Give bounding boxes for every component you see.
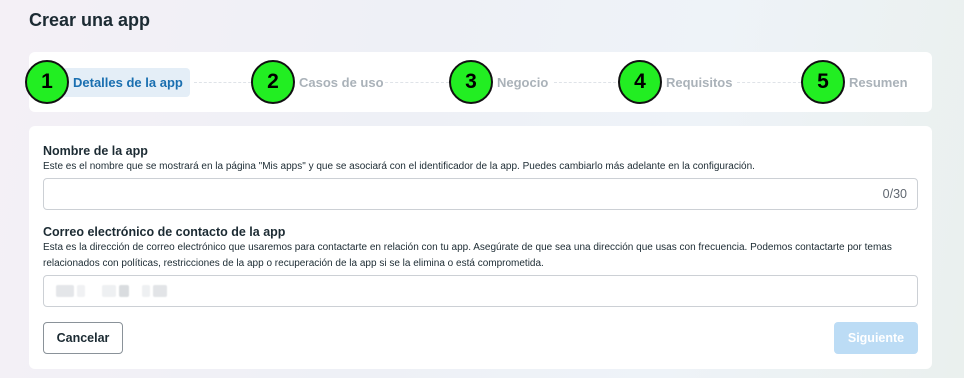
app-name-label: Nombre de la app [43, 144, 148, 158]
page-title: Crear una app [29, 10, 151, 30]
step-label: Resumen [849, 74, 908, 90]
app-details-form: Nombre de la app Este es el nombre que s… [29, 126, 932, 369]
step-5-summary[interactable]: 5 Resumen [801, 60, 908, 104]
contact-email-input[interactable] [43, 275, 918, 307]
character-counter: 0/30 [882, 187, 907, 201]
step-connector [554, 82, 616, 83]
step-connector [385, 82, 449, 83]
app-name-input[interactable]: 0/30 [43, 178, 918, 210]
step-label: Casos de uso [299, 74, 384, 90]
contact-email-description: Esta es la dirección de correo electróni… [43, 242, 892, 269]
app-name-description: Este es el nombre que se mostrará en la … [43, 161, 755, 172]
step-connector [737, 82, 801, 83]
step-number-badge: 3 [449, 60, 493, 104]
contact-email-label: Correo electrónico de contacto de la app [43, 225, 286, 239]
next-button[interactable]: Siguiente [834, 322, 918, 354]
step-number-badge: 4 [618, 60, 662, 104]
stepper: 1 Detalles de la app 2 Casos de uso 3 Ne… [25, 52, 932, 112]
step-label: Negocio [497, 74, 549, 90]
step-3-business[interactable]: 3 Negocio [449, 60, 548, 104]
cancel-button[interactable]: Cancelar [43, 322, 123, 354]
step-number-badge: 5 [801, 60, 845, 104]
step-connector [194, 82, 251, 83]
step-2-use-cases[interactable]: 2 Casos de uso [251, 60, 384, 104]
redacted-email-value [56, 285, 167, 297]
step-number-badge: 1 [25, 60, 69, 104]
step-1-details[interactable]: 1 Detalles de la app [25, 60, 190, 104]
step-4-requirements[interactable]: 4 Requisitos [618, 60, 732, 104]
step-label: Requisitos [666, 74, 733, 90]
step-number-badge: 2 [251, 60, 295, 104]
